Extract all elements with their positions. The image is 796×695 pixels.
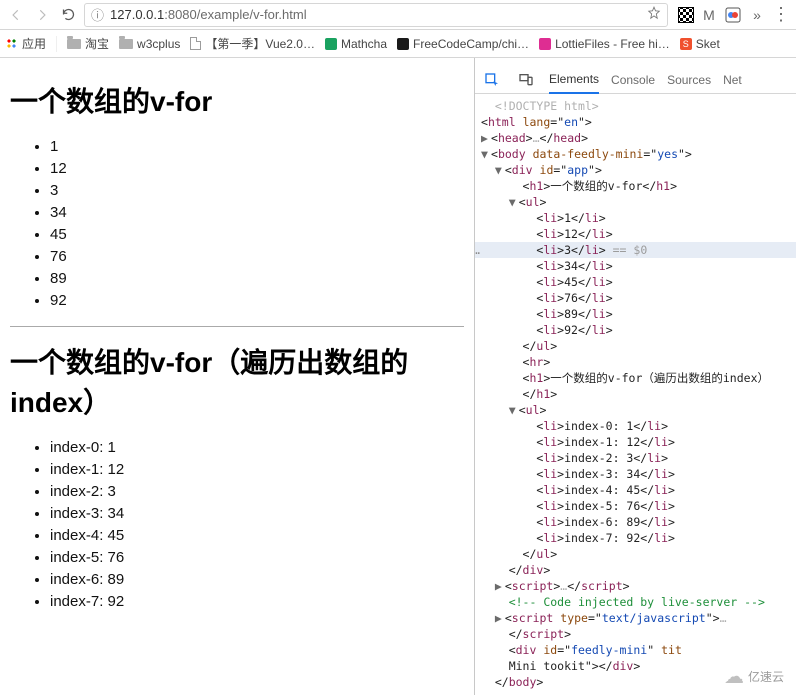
elements-tree[interactable]: <!DOCTYPE html><html lang="en">▶<head>…<…: [475, 94, 796, 695]
list-1: 1 12 3 34 45 76 89 92: [10, 136, 464, 312]
list-item: index-4: 45: [50, 525, 464, 547]
bookmark-star-icon[interactable]: [647, 6, 661, 23]
bookmarks-bar: 应用 淘宝 w3cplus 【第一季】Vue2.0… Mathcha FreeC…: [0, 30, 796, 58]
bookmark-label: LottieFiles - Free hi…: [555, 37, 670, 51]
bookmark-item[interactable]: S Sket: [680, 37, 720, 51]
cloud-icon: ☁: [724, 664, 744, 689]
list-item: index-3: 34: [50, 503, 464, 525]
more-extensions-icon[interactable]: »: [748, 6, 766, 24]
page-heading-1: 一个数组的v-for: [10, 80, 464, 120]
list-item: index-5: 76: [50, 547, 464, 569]
browser-toolbar: ⓘ 127.0.0.1:8080/example/v-for.html M » …: [0, 0, 796, 30]
qr-extension-icon[interactable]: [678, 7, 694, 23]
devtools-panel: Elements Console Sources Net <!DOCTYPE h…: [474, 58, 796, 695]
list-item: 3: [50, 180, 464, 202]
list-item: 12: [50, 158, 464, 180]
reload-button[interactable]: [58, 5, 78, 25]
bookmark-item[interactable]: 淘宝: [67, 35, 109, 52]
site-info-icon[interactable]: ⓘ: [91, 5, 104, 24]
list-item: 1: [50, 136, 464, 158]
tab-elements[interactable]: Elements: [549, 66, 599, 94]
list-item: index-2: 3: [50, 481, 464, 503]
url-host: 127.0.0.1:8080/example/v-for.html: [110, 7, 307, 22]
site-icon: S: [680, 38, 692, 50]
list-item: 92: [50, 290, 464, 312]
bookmark-label: Sket: [696, 37, 720, 51]
list-item: 34: [50, 202, 464, 224]
bookmark-apps[interactable]: 应用: [6, 35, 46, 52]
devtools-tabs: Elements Console Sources Net: [475, 66, 796, 94]
watermark-text: 亿速云: [748, 668, 784, 685]
bookmark-item[interactable]: 【第一季】Vue2.0…: [190, 35, 315, 52]
extension-icons: M » ⋮: [674, 6, 790, 24]
page-content: 一个数组的v-for 1 12 3 34 45 76 89 92 一个数组的v-…: [0, 58, 474, 695]
tab-network[interactable]: Net: [723, 67, 742, 93]
site-icon: [539, 38, 551, 50]
gmail-extension-icon[interactable]: M: [700, 6, 718, 24]
list-item: 89: [50, 268, 464, 290]
address-bar[interactable]: ⓘ 127.0.0.1:8080/example/v-for.html: [84, 3, 668, 27]
back-button[interactable]: [6, 5, 26, 25]
bookmark-item[interactable]: FreeCodeCamp/chi…: [397, 37, 529, 51]
file-icon: [190, 37, 201, 50]
folder-icon: [67, 39, 81, 49]
apps-icon: [6, 38, 18, 50]
divider: [10, 326, 464, 327]
bookmark-label: Mathcha: [341, 37, 387, 51]
separator: [56, 36, 57, 52]
list-item: 76: [50, 246, 464, 268]
list-item: index-0: 1: [50, 437, 464, 459]
bookmark-label: w3cplus: [137, 37, 180, 51]
list-item: index-1: 12: [50, 459, 464, 481]
menu-icon[interactable]: ⋮: [772, 6, 790, 24]
list-item: index-6: 89: [50, 569, 464, 591]
page-heading-2: 一个数组的v-for（遍历出数组的index）: [10, 341, 464, 421]
watermark: ☁ 亿速云: [720, 662, 788, 691]
site-icon: [397, 38, 409, 50]
bookmark-label: FreeCodeCamp/chi…: [413, 37, 529, 51]
list-2: index-0: 1 index-1: 12 index-2: 3 index-…: [10, 437, 464, 613]
extension-icon[interactable]: [724, 6, 742, 24]
bookmark-item[interactable]: LottieFiles - Free hi…: [539, 37, 670, 51]
bookmark-label: 【第一季】Vue2.0…: [205, 35, 315, 52]
tab-console[interactable]: Console: [611, 67, 655, 93]
forward-button[interactable]: [32, 5, 52, 25]
device-toggle-icon[interactable]: [515, 69, 537, 91]
site-icon: [325, 38, 337, 50]
folder-icon: [119, 39, 133, 49]
bookmark-label: 应用: [22, 35, 46, 52]
bookmark-item[interactable]: w3cplus: [119, 37, 180, 51]
bookmark-item[interactable]: Mathcha: [325, 37, 387, 51]
bookmark-label: 淘宝: [85, 35, 109, 52]
inspect-element-icon[interactable]: [481, 69, 503, 91]
list-item: 45: [50, 224, 464, 246]
list-item: index-7: 92: [50, 591, 464, 613]
tab-sources[interactable]: Sources: [667, 67, 711, 93]
